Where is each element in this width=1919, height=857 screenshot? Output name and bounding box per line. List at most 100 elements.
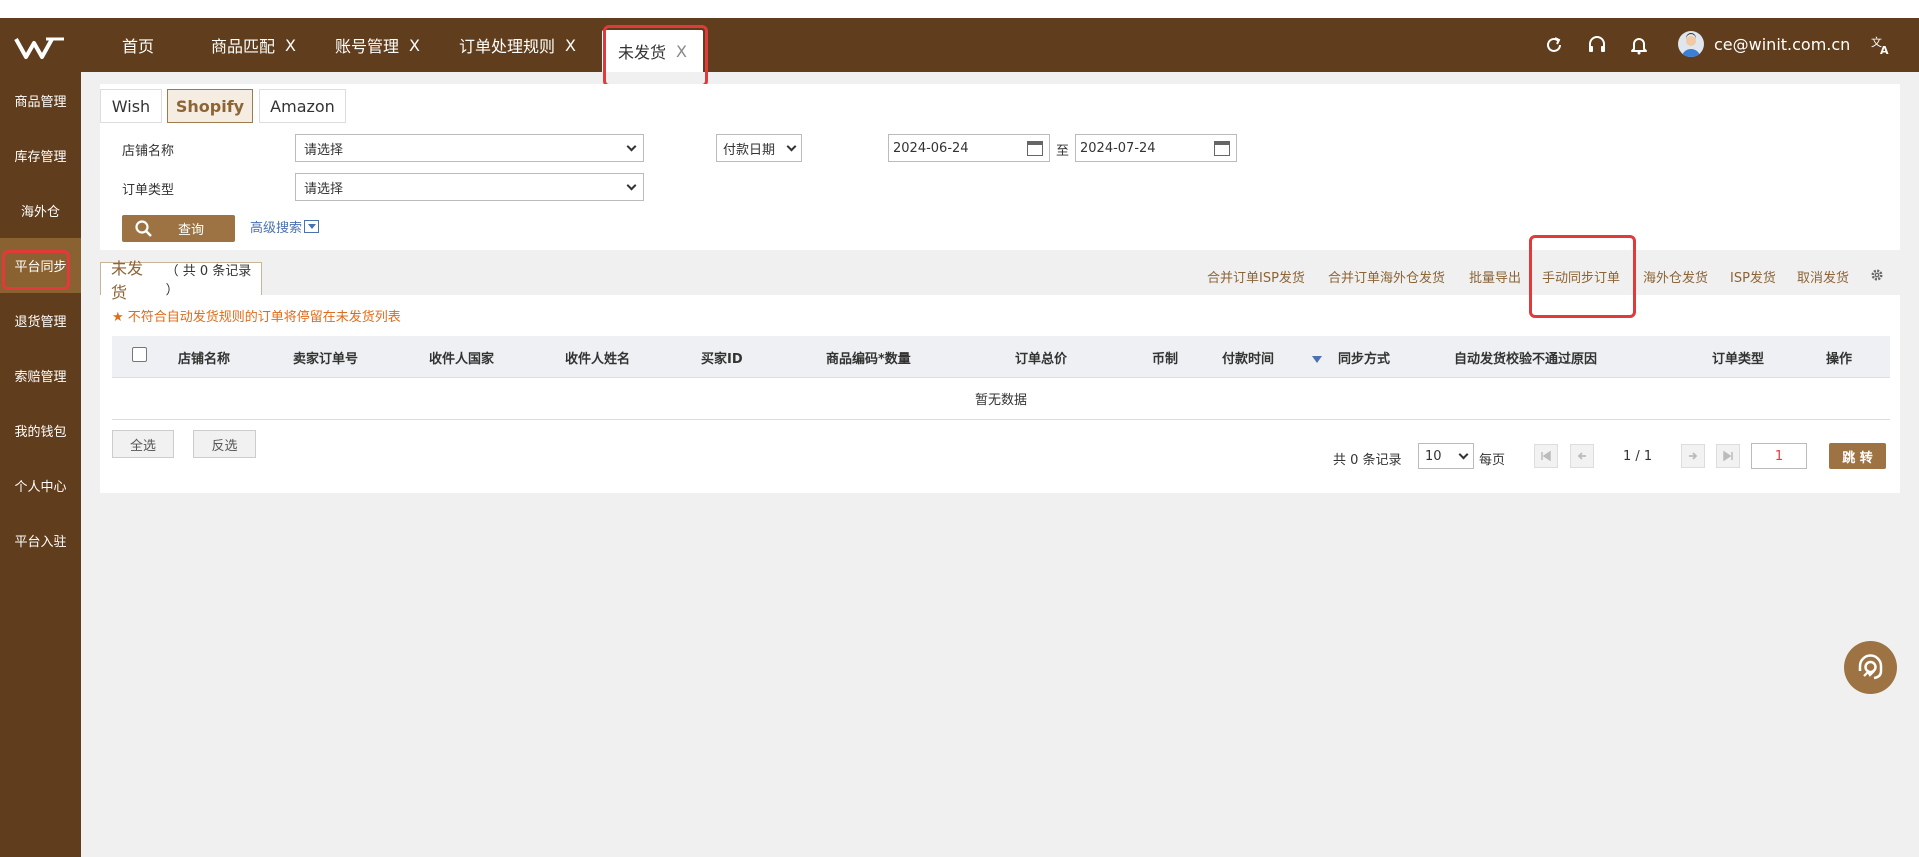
select-value: 10 — [1425, 448, 1442, 464]
sidebar-item-label: 商品管理 — [14, 95, 67, 110]
support-agent-icon — [1858, 654, 1883, 680]
bell-icon[interactable] — [1628, 34, 1650, 56]
filter-panel — [100, 84, 1900, 250]
tab-order-rules[interactable]: 订单处理规则 X — [459, 18, 576, 72]
expand-down-icon — [304, 220, 320, 233]
sidebar-item-label: 库存管理 — [14, 150, 67, 165]
tab-label: 商品匹配 — [211, 37, 276, 56]
svg-text:A: A — [1880, 44, 1889, 56]
sidebar-item-label: 个人中心 — [14, 480, 67, 495]
prev-page-icon[interactable] — [1570, 444, 1594, 468]
batch-export-button[interactable]: 批量导出 — [1469, 267, 1521, 286]
merge-isp-ship-button[interactable]: 合并订单ISP发货 — [1207, 267, 1305, 286]
refresh-icon[interactable] — [1543, 34, 1565, 56]
browser-top-strip — [0, 0, 1919, 18]
goto-page-input[interactable]: 1 — [1751, 443, 1807, 469]
query-label: 查询 — [178, 223, 205, 238]
overseas-ship-button[interactable]: 海外仓发货 — [1643, 267, 1708, 286]
user-menu[interactable]: ce@winit.com.cn — [1678, 31, 1850, 57]
headset-icon[interactable] — [1586, 34, 1608, 56]
sidebar-item-product[interactable]: 商品管理 — [0, 73, 81, 128]
invert-select-button[interactable]: 反选 — [193, 430, 256, 458]
col-shop-name: 店铺名称 — [178, 352, 231, 367]
close-icon[interactable]: X — [409, 36, 420, 55]
sidebar-item-inventory[interactable]: 库存管理 — [0, 128, 81, 183]
tab-wish[interactable]: Wish — [100, 89, 162, 123]
chevron-down-icon — [626, 180, 637, 190]
notice-text: ★ 不符合自动发货规则的订单将停留在未发货列表 — [112, 306, 401, 325]
tab-label: Shopify — [175, 96, 245, 116]
date-to-input[interactable]: 2024-07-24 — [1075, 134, 1237, 162]
avatar — [1678, 31, 1704, 57]
advanced-search-label: 高级搜索 — [250, 221, 303, 236]
sort-desc-icon[interactable] — [1312, 356, 1322, 363]
date-from-input[interactable]: 2024-06-24 — [888, 134, 1050, 162]
tab-label: Amazon — [270, 96, 335, 116]
close-icon[interactable]: X — [565, 36, 576, 55]
col-order-type: 订单类型 — [1712, 352, 1765, 367]
sidebar-item-wallet[interactable]: 我的钱包 — [0, 403, 81, 458]
advanced-search-link[interactable]: 高级搜索 — [250, 217, 320, 236]
col-seller-order-no: 卖家订单号 — [293, 352, 359, 367]
sidebar-item-label: 平台入驻 — [14, 535, 67, 550]
tab-label: Wish — [111, 96, 151, 116]
merge-overseas-ship-button[interactable]: 合并订单海外仓发货 — [1328, 267, 1445, 286]
select-all-checkbox[interactable] — [132, 347, 147, 362]
page-info: 1 / 1 — [1623, 449, 1653, 464]
col-buyer-id: 买家ID — [701, 352, 743, 367]
page-size-select[interactable]: 10 — [1418, 443, 1474, 469]
col-auto-ship-fail-reason: 自动发货校验不通过原因 — [1454, 352, 1598, 367]
first-page-icon[interactable] — [1534, 444, 1558, 468]
notice-message: 不符合自动发货规则的订单将停留在未发货列表 — [127, 310, 401, 325]
col-operations: 操作 — [1826, 352, 1853, 367]
empty-table-message: 暂无数据 — [112, 378, 1890, 420]
cancel-ship-button[interactable]: 取消发货 — [1797, 267, 1849, 286]
order-type-select[interactable]: 请选择 — [295, 173, 644, 201]
sidebar-item-label: 索赔管理 — [14, 370, 67, 385]
gear-icon[interactable] — [1870, 268, 1884, 282]
query-button[interactable]: 查询 — [122, 215, 235, 242]
search-icon — [135, 219, 152, 237]
list-tab-title: 未发货 — [111, 259, 144, 302]
col-order-total: 订单总价 — [1015, 352, 1068, 367]
tab-amazon[interactable]: Amazon — [259, 89, 346, 123]
sidebar-item-label: 我的钱包 — [14, 425, 67, 440]
next-page-icon[interactable] — [1681, 444, 1705, 468]
tab-account-manage[interactable]: 账号管理 X — [335, 18, 420, 72]
close-icon[interactable]: X — [285, 36, 296, 55]
translate-icon[interactable]: 文 A — [1870, 34, 1892, 56]
select-all-button[interactable]: 全选 — [112, 430, 174, 458]
calendar-icon[interactable] — [1214, 140, 1230, 156]
table-header: 店铺名称 卖家订单号 收件人国家 收件人姓名 买家ID 商品编码*数量 订单总价… — [112, 336, 1890, 378]
chevron-down-icon — [626, 141, 637, 151]
input-value: 1 — [1774, 448, 1784, 464]
isp-ship-button[interactable]: ISP发货 — [1730, 267, 1776, 286]
sidebar-item-claims[interactable]: 索赔管理 — [0, 348, 81, 403]
tab-home[interactable]: 首页 — [122, 18, 154, 72]
tab-unshipped-list[interactable]: 未发货 （ 共 0 条记录 ） — [100, 259, 262, 302]
date-type-select[interactable]: 付款日期 — [716, 134, 802, 162]
col-currency: 币制 — [1152, 352, 1179, 367]
shop-name-label: 店铺名称 — [122, 144, 175, 159]
highlight-box-sync — [1529, 235, 1636, 318]
shop-name-select[interactable]: 请选择 — [295, 134, 644, 162]
col-payment-time[interactable]: 付款时间 — [1222, 348, 1274, 367]
customer-service-button[interactable] — [1844, 641, 1897, 694]
sidebar-item-returns[interactable]: 退货管理 — [0, 293, 81, 348]
last-page-icon[interactable] — [1716, 444, 1740, 468]
tab-label: 订单处理规则 — [459, 37, 556, 56]
tab-product-match[interactable]: 商品匹配 X — [211, 18, 296, 72]
calendar-icon[interactable] — [1027, 140, 1043, 156]
tab-label: 首页 — [122, 37, 155, 56]
goto-page-button[interactable]: 跳 转 — [1829, 443, 1886, 469]
sidebar-item-platform-onboard[interactable]: 平台入驻 — [0, 513, 81, 568]
tab-label: 账号管理 — [335, 37, 400, 56]
tab-shopify[interactable]: Shopify — [167, 89, 253, 123]
sidebar-item-overseas-warehouse[interactable]: 海外仓 — [0, 183, 81, 238]
star-icon: ★ — [112, 310, 124, 325]
col-recipient-name: 收件人姓名 — [565, 352, 631, 367]
date-value: 2024-07-24 — [1080, 140, 1156, 156]
user-email: ce@winit.com.cn — [1714, 34, 1851, 54]
winit-logo-icon[interactable] — [12, 33, 68, 63]
sidebar-item-personal-center[interactable]: 个人中心 — [0, 458, 81, 513]
